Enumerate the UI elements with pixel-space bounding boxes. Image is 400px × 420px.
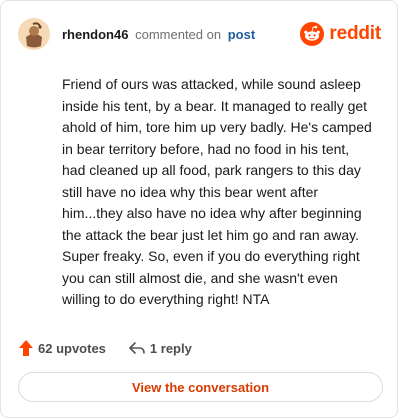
comment-card: rhendon46 commented on post reddit Frien… — [0, 0, 398, 418]
reply-icon — [129, 342, 145, 354]
reddit-logo-icon — [300, 22, 325, 46]
reddit-brand[interactable]: reddit — [300, 22, 381, 46]
avatar[interactable] — [18, 18, 50, 50]
comment-meta: rhendon46 commented on post — [62, 27, 255, 42]
comment-header: rhendon46 commented on post reddit — [18, 18, 381, 50]
reply-count: 1 reply — [149, 340, 192, 356]
post-link[interactable]: post — [228, 27, 255, 42]
avatar-icon — [18, 18, 50, 50]
upvote-button[interactable]: 62 upvotes — [18, 339, 106, 357]
comment-actions: 62 upvotes 1 reply — [18, 337, 192, 359]
brand-wordmark: reddit — [329, 23, 381, 44]
commented-on-text: commented on — [135, 26, 222, 42]
upvote-arrow-icon — [19, 340, 33, 356]
comment-body: Friend of ours was attacked, while sound… — [62, 76, 372, 307]
username-link[interactable]: rhendon46 — [62, 27, 128, 42]
reply-button[interactable]: 1 reply — [128, 341, 192, 356]
upvote-count: 62 upvotes — [38, 340, 106, 356]
view-conversation-button[interactable]: View the conversation — [18, 372, 383, 402]
